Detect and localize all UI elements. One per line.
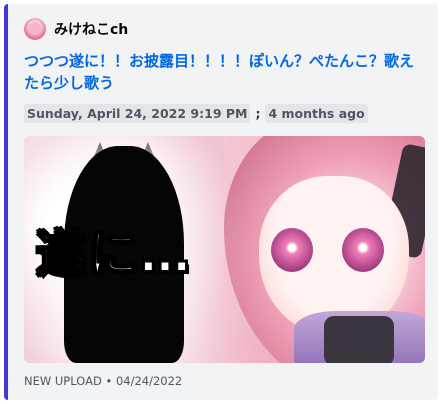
upload-datetime: Sunday, April 24, 2022 9:19 PM <box>24 104 251 123</box>
video-title-link[interactable]: つつつ遂に！！お披露目！！！！ぽいん？ぺたんこ？歌えたら少し歌う <box>24 50 426 94</box>
embed-author[interactable]: みけねこch <box>24 18 128 40</box>
thumbnail-overlay-text: 遂に… <box>35 224 192 284</box>
relative-time: 4 months ago <box>265 104 368 123</box>
video-meta: Sunday, April 24, 2022 9:19 PM ; 4 month… <box>24 104 368 123</box>
thumbnail-eye-left <box>271 228 313 272</box>
avatar[interactable] <box>24 18 46 40</box>
video-embed-card: みけねこch つつつ遂に！！お披露目！！！！ぽいん？ぺたんこ？歌えたら少し歌う … <box>4 4 438 400</box>
thumbnail-collar <box>324 316 394 363</box>
video-thumbnail[interactable]: 遂に… <box>24 136 425 363</box>
footer-date: 04/24/2022 <box>115 374 183 388</box>
thumbnail-eye-right <box>342 228 384 272</box>
footer-label: NEW UPLOAD <box>24 374 102 388</box>
footer-bullet: • <box>105 374 113 388</box>
embed-footer: NEW UPLOAD • 04/24/2022 <box>24 374 182 388</box>
author-name[interactable]: みけねこch <box>54 19 128 39</box>
meta-separator: ; <box>255 106 261 121</box>
